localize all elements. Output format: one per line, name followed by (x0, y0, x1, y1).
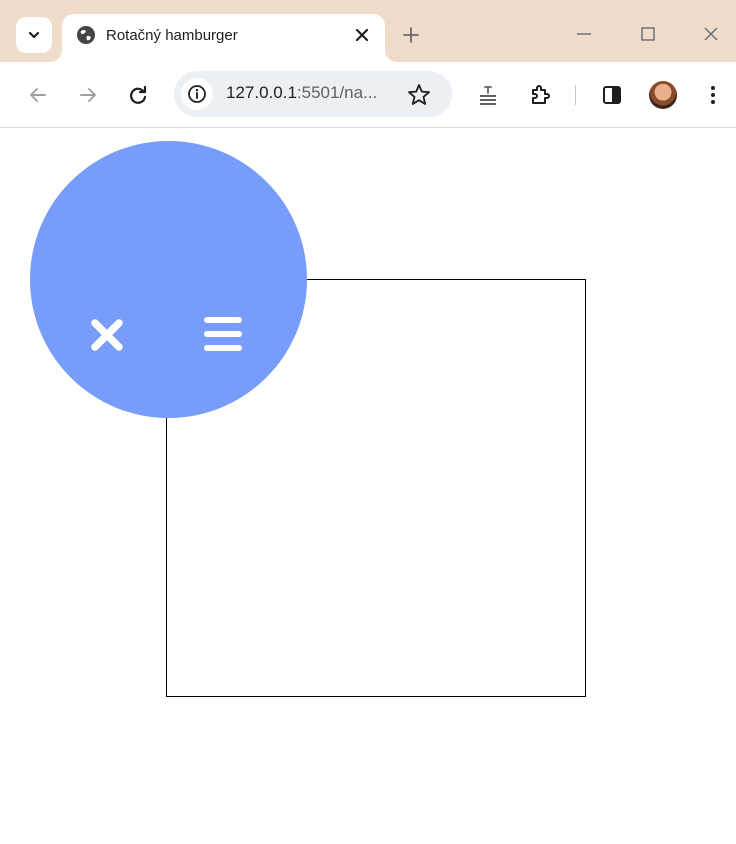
puzzle-icon (532, 85, 550, 104)
tab-strip: Rotačný hamburger (0, 0, 736, 62)
close-x-icon[interactable] (89, 317, 125, 353)
arrow-left-icon (30, 88, 46, 102)
toolbar-separator (575, 85, 576, 105)
browser-menu-button[interactable] (699, 81, 727, 109)
arrow-right-icon (80, 88, 96, 102)
extension-a-icon (480, 86, 496, 105)
close-icon[interactable] (352, 25, 372, 45)
extensions-menu-button[interactable] (526, 81, 554, 109)
tab-search-button[interactable] (16, 17, 52, 53)
site-info-button[interactable] (181, 78, 213, 110)
address-bar[interactable]: 127.0.0.1:5501/na... (174, 71, 452, 117)
plus-icon[interactable] (399, 23, 423, 47)
profile-avatar[interactable] (649, 81, 677, 109)
reload-icon (130, 85, 147, 104)
rotating-menu-circle[interactable] (30, 141, 307, 418)
minimize-icon[interactable] (570, 20, 598, 48)
star-icon[interactable] (406, 82, 432, 108)
maximize-icon[interactable] (634, 20, 662, 48)
extension-button[interactable] (474, 81, 502, 109)
active-tab[interactable]: Rotačný hamburger (62, 14, 385, 62)
url-host: 127.0.0.1 (226, 83, 297, 102)
info-icon (188, 85, 206, 103)
reload-button[interactable] (124, 81, 152, 109)
window-close-icon[interactable] (697, 20, 725, 48)
hamburger-icon[interactable] (202, 314, 244, 354)
tab-title: Rotačný hamburger (106, 27, 238, 44)
page-viewport (0, 129, 736, 844)
forward-button[interactable] (74, 81, 102, 109)
url-path: :5501/na... (296, 83, 378, 102)
url-text[interactable]: 127.0.0.1:5501/na... (226, 83, 377, 103)
globe-icon (77, 26, 95, 44)
browser-toolbar: 127.0.0.1:5501/na... (0, 62, 736, 128)
back-button[interactable] (24, 81, 52, 109)
kebab-menu-icon (711, 86, 715, 104)
side-panel-icon (603, 86, 621, 104)
side-panel-button[interactable] (598, 81, 626, 109)
chevron-down-icon (28, 31, 40, 39)
